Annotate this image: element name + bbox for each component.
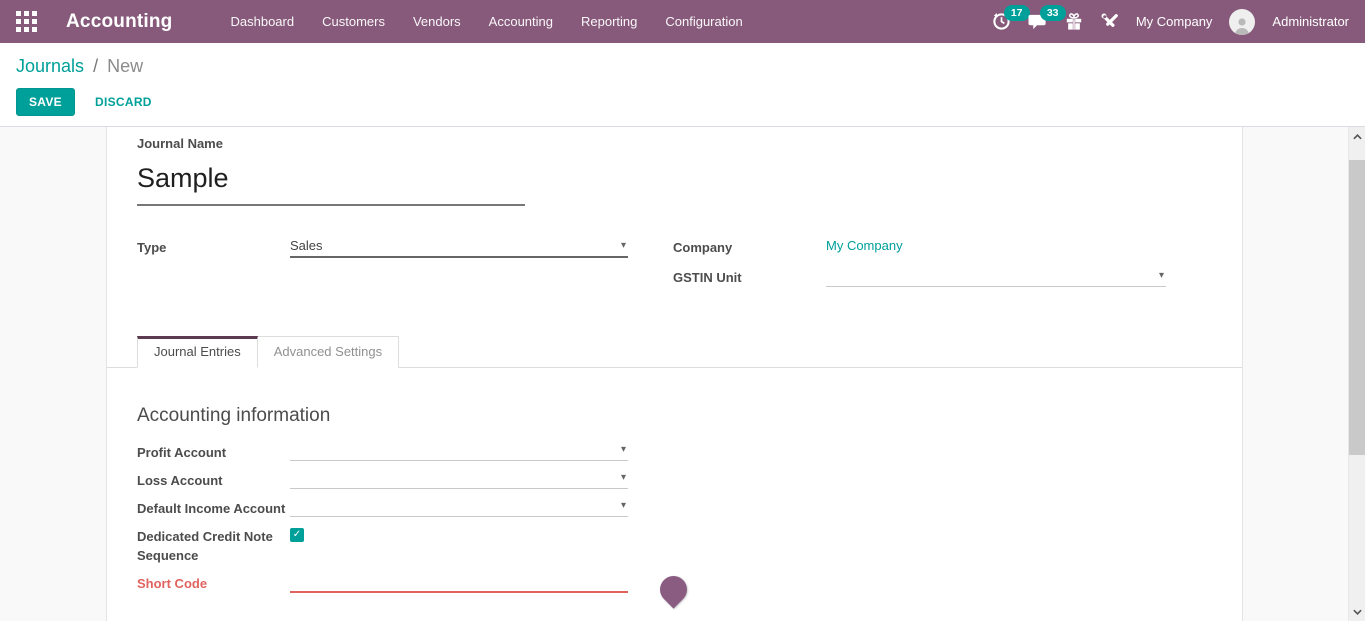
main-menu: Dashboard Customers Vendors Accounting R… [231,14,743,29]
short-code-label: Short Code [137,571,290,593]
scrollbar-thumb[interactable] [1349,160,1365,455]
chevron-down-icon: ▾ [621,473,626,485]
save-button[interactable]: SAVE [16,88,75,116]
content-area: Journal Name Type Sales ▾ Company [0,127,1365,621]
company-label: Company [673,235,826,260]
breadcrumb-journals-link[interactable]: Journals [16,56,84,76]
scroll-up-button[interactable] [1349,128,1365,145]
person-icon [1232,15,1252,35]
dedicated-credit-note-checkbox[interactable]: ✓ [290,528,304,542]
type-value: Sales [290,238,323,253]
journal-name-input[interactable] [137,155,525,206]
nav-item-configuration[interactable]: Configuration [665,14,742,29]
chevron-down-icon: ▾ [621,241,626,253]
nav-item-dashboard[interactable]: Dashboard [231,14,295,29]
section-title-accounting-information: Accounting information [137,405,1212,427]
nav-item-vendors[interactable]: Vendors [413,14,461,29]
apps-grid-icon[interactable] [16,11,37,32]
top-navbar: Accounting Dashboard Customers Vendors A… [0,0,1365,43]
loss-account-select[interactable]: ▾ [290,468,628,490]
chevron-down-icon [1353,609,1362,615]
breadcrumb-separator: / [89,56,102,76]
user-avatar[interactable] [1229,9,1255,35]
breadcrumb: Journals / New [16,56,1349,77]
gift-icon [1065,12,1083,31]
messages-button[interactable]: 33 [1028,12,1048,31]
vertical-scrollbar [1348,127,1365,621]
profit-account-select[interactable]: ▾ [290,440,628,462]
app-title[interactable]: Accounting [66,11,173,33]
form-sheet: Journal Name Type Sales ▾ Company [106,127,1243,621]
activities-button[interactable]: 17 [992,12,1011,31]
dedicated-credit-note-sequence-label: Dedicated Credit Note Sequence [137,524,290,565]
chevron-down-icon: ▾ [621,501,626,513]
chevron-down-icon: ▾ [1159,271,1164,283]
gstin-unit-label: GSTIN Unit [673,265,826,290]
nav-item-customers[interactable]: Customers [322,14,385,29]
notebook-tabs: Journal Entries Advanced Settings [107,336,1242,368]
chevron-down-icon: ▾ [621,445,626,457]
gift-button[interactable] [1065,12,1083,31]
activity-count-badge: 17 [1004,5,1030,21]
type-select[interactable]: Sales ▾ [290,235,628,260]
journal-name-label: Journal Name [137,134,1212,153]
debug-tools-button[interactable] [1100,12,1119,31]
nav-item-reporting[interactable]: Reporting [581,14,637,29]
scroll-down-button[interactable] [1349,603,1365,620]
wrench-screwdriver-icon [1100,12,1119,31]
chevron-up-icon [1353,134,1362,140]
tab-journal-entries[interactable]: Journal Entries [137,336,258,368]
short-code-input[interactable] [290,571,628,591]
default-income-account-select[interactable]: ▾ [290,496,628,518]
company-switcher[interactable]: My Company [1136,14,1213,29]
company-value-link[interactable]: My Company [826,235,903,253]
loss-account-label: Loss Account [137,468,290,490]
gstin-unit-select[interactable]: ▾ [826,265,1166,290]
short-code-field [290,571,628,593]
message-count-badge: 33 [1040,5,1066,21]
profit-account-label: Profit Account [137,440,290,462]
discard-button[interactable]: DISCARD [89,89,158,115]
user-menu[interactable]: Administrator [1272,14,1349,29]
nav-item-accounting[interactable]: Accounting [489,14,553,29]
default-income-account-label: Default Income Account [137,496,290,518]
checkmark-icon: ✓ [293,530,301,540]
type-label: Type [137,235,290,260]
control-panel: Journals / New SAVE DISCARD [0,43,1365,127]
tab-advanced-settings[interactable]: Advanced Settings [258,336,399,368]
breadcrumb-current: New [107,56,143,76]
